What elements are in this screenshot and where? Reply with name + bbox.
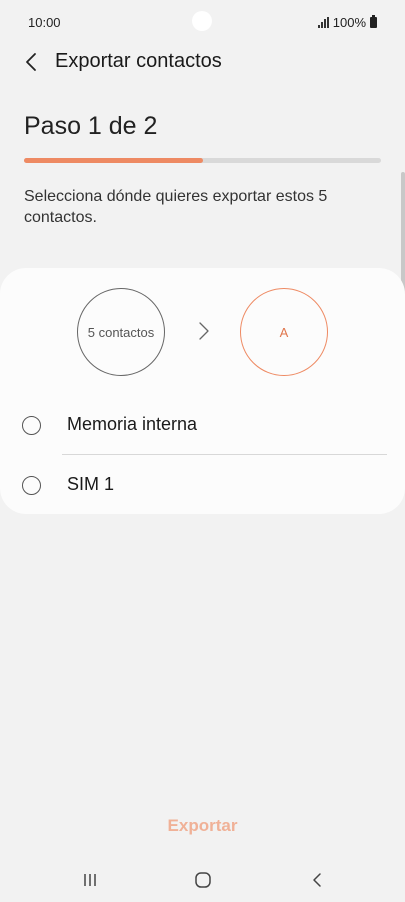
status-icons: 100% xyxy=(317,15,377,30)
step-title: Paso 1 de 2 xyxy=(24,112,158,140)
option-label: SIM 1 xyxy=(67,474,115,494)
option-sim-1[interactable]: SIM 1 xyxy=(0,458,405,514)
divider xyxy=(62,454,387,455)
step-description: Selecciona dónde quieres exportar estos … xyxy=(24,188,328,226)
radio-button[interactable] xyxy=(22,416,41,435)
status-bar: 10:00 100% xyxy=(0,0,405,44)
page-title: Exportar contactos xyxy=(55,50,222,72)
recent-apps-button[interactable] xyxy=(75,868,105,892)
target-circle: A xyxy=(240,288,328,376)
source-label: 5 contactos xyxy=(87,324,155,340)
progress-bar xyxy=(24,158,381,163)
camera-cutout xyxy=(192,11,212,31)
battery-percentage: 100% xyxy=(332,15,366,30)
navigation-bar xyxy=(0,860,405,902)
export-options-card: 5 contactos A Memoria interna SIM 1 xyxy=(0,268,405,514)
home-button[interactable] xyxy=(188,868,218,892)
back-icon xyxy=(313,873,321,887)
progress-fill xyxy=(24,158,203,163)
nav-back-button[interactable] xyxy=(302,868,332,892)
chevron-right-icon xyxy=(199,322,209,340)
home-icon xyxy=(195,872,211,888)
status-time: 10:00 xyxy=(28,15,61,30)
export-button[interactable]: Exportar xyxy=(140,816,265,842)
radio-button[interactable] xyxy=(22,476,41,495)
option-internal-memory[interactable]: Memoria interna xyxy=(0,398,405,454)
source-circle: 5 contactos xyxy=(77,288,165,376)
recent-apps-icon xyxy=(84,874,96,886)
option-label: Memoria interna xyxy=(67,414,198,434)
target-label: A xyxy=(279,324,289,340)
signal-icon xyxy=(317,17,329,28)
app-bar: Exportar contactos xyxy=(0,44,405,84)
battery-icon xyxy=(370,15,377,28)
chevron-left-icon xyxy=(26,53,36,71)
back-button[interactable] xyxy=(18,48,46,76)
